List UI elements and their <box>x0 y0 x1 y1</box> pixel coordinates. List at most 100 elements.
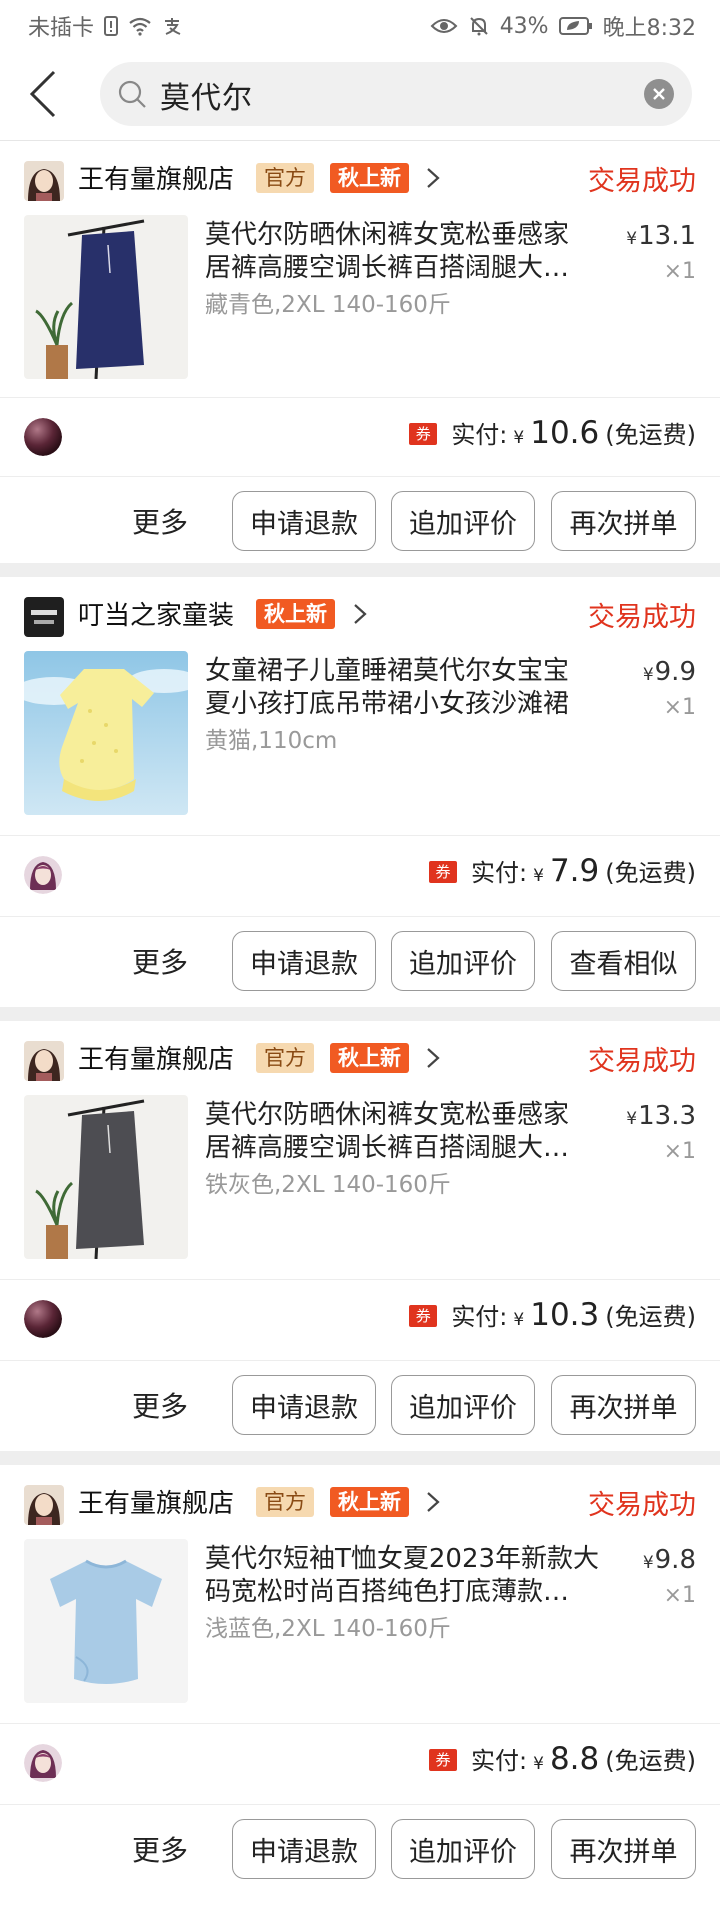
avatar <box>24 418 62 456</box>
product-price: ¥9.9 <box>643 657 696 687</box>
refund-button[interactable]: 申请退款 <box>232 1819 376 1879</box>
product-title[interactable]: 莫代尔短袖T恤女夏2023年新款大 码宽松时尚百搭纯色打底薄款… <box>205 1543 605 1609</box>
add-review-button[interactable]: 追加评价 <box>391 1375 535 1435</box>
product-image[interactable] <box>24 1539 188 1703</box>
payment-row: 券 实付: ¥ 10.6 (免运费) <box>0 398 720 476</box>
pay-amount: 10.6 <box>530 415 600 451</box>
clock: 晚上8:32 <box>602 16 696 41</box>
refund-button[interactable]: 申请退款 <box>232 1375 376 1435</box>
status-left: 未插卡 <box>28 10 182 42</box>
reorder-button[interactable]: 再次拼单 <box>551 491 696 551</box>
wifi-icon <box>128 16 152 36</box>
payment-info: 券 实付: ¥ 10.3 (免运费) <box>409 1297 696 1333</box>
order-status: 交易成功 <box>588 1046 696 1077</box>
search-icon <box>116 78 148 110</box>
view-similar-button[interactable]: 查看相似 <box>551 931 696 991</box>
product-quantity: ×1 <box>663 695 696 720</box>
price-value: 9.8 <box>654 1545 696 1575</box>
product-title[interactable]: 莫代尔防晒休闲裤女宽松垂感家 居裤高腰空调长裤百搭阔腿大… <box>205 219 605 285</box>
status-bar: 未插卡 43% 晚上8:32 <box>0 0 720 48</box>
status-right: 43% 晚上8:32 <box>430 10 696 42</box>
mute-icon <box>468 15 490 37</box>
product-title-line: 夏小孩打底吊带裙小女孩沙滩裙 <box>205 689 570 719</box>
search-input[interactable]: 莫代尔 <box>100 62 692 126</box>
more-button[interactable]: 更多 <box>132 1385 188 1425</box>
shop-row[interactable]: 王有量旗舰店 官方 秋上新 交易成功 <box>0 141 720 215</box>
coupon-badge: 券 <box>429 1749 458 1771</box>
pay-label: 实付: <box>471 859 528 887</box>
actions-row: 更多 申请退款 追加评价 再次拼单 <box>0 1805 720 1891</box>
reorder-button[interactable]: 再次拼单 <box>551 1819 696 1879</box>
product-title-line: 莫代尔短袖T恤女夏2023年新款大 <box>205 1544 600 1574</box>
shop-name: 叮当之家童装 <box>78 601 235 631</box>
chevron-right-icon <box>352 603 368 625</box>
currency-symbol: ¥ <box>533 1754 544 1774</box>
add-review-button[interactable]: 追加评价 <box>391 491 535 551</box>
pay-label: 实付: <box>451 421 508 449</box>
product-price: ¥9.8 <box>643 1545 696 1575</box>
product-title[interactable]: 莫代尔防晒休闲裤女宽松垂感家 居裤高腰空调长裤百搭阔腿大… <box>205 1099 605 1165</box>
actions-row: 更多 申请退款 追加评价 再次拼单 <box>0 477 720 563</box>
pay-amount: 8.8 <box>549 1741 600 1777</box>
shop-row[interactable]: 王有量旗舰店 官方 秋上新 交易成功 <box>0 1021 720 1095</box>
battery-icon <box>558 16 593 36</box>
product-image[interactable] <box>24 651 188 815</box>
product-image[interactable] <box>24 215 188 379</box>
shop-avatar <box>24 1041 64 1081</box>
product-title-line: 莫代尔防晒休闲裤女宽松垂感家 <box>205 1100 570 1130</box>
add-review-button[interactable]: 追加评价 <box>391 931 535 991</box>
season-badge: 秋上新 <box>330 1043 409 1073</box>
shop-name: 王有量旗舰店 <box>78 1489 235 1519</box>
product-title-line: 码宽松时尚百搭纯色打底薄款… <box>205 1577 570 1607</box>
reorder-button[interactable]: 再次拼单 <box>551 1375 696 1435</box>
chevron-right-icon <box>425 1047 441 1069</box>
payment-row: 券 实付: ¥ 7.9 (免运费) <box>0 836 720 914</box>
avatar <box>24 1744 62 1782</box>
coupon-badge: 券 <box>429 861 458 883</box>
coupon-badge: 券 <box>409 423 438 445</box>
price-value: 13.1 <box>638 221 696 251</box>
shop-row[interactable]: 王有量旗舰店 官方 秋上新 交易成功 <box>0 1465 720 1539</box>
refund-button[interactable]: 申请退款 <box>232 931 376 991</box>
product-price: ¥13.1 <box>626 221 696 251</box>
currency-symbol: ¥ <box>513 428 525 448</box>
product-spec: 黄猫,110cm <box>205 728 338 754</box>
season-badge: 秋上新 <box>330 1487 409 1517</box>
product-title-line: 莫代尔防晒休闲裤女宽松垂感家 <box>205 220 570 250</box>
shop-row[interactable]: 叮当之家童装 秋上新 交易成功 <box>0 577 720 651</box>
currency-symbol: ¥ <box>626 1109 638 1129</box>
currency-symbol: ¥ <box>642 1553 654 1573</box>
currency-symbol: ¥ <box>533 866 544 886</box>
price-value: 13.3 <box>638 1101 696 1131</box>
season-badge: 秋上新 <box>256 599 335 629</box>
eye-icon <box>430 16 458 36</box>
product-image[interactable] <box>24 1095 188 1259</box>
pay-amount: 7.9 <box>549 853 600 889</box>
season-badge: 秋上新 <box>330 163 409 193</box>
back-arrow-icon[interactable] <box>18 66 68 122</box>
order-status: 交易成功 <box>588 602 696 633</box>
product-spec: 藏青色,2XL 140-160斤 <box>205 292 451 318</box>
product-spec: 铁灰色,2XL 140-160斤 <box>205 1172 451 1198</box>
actions-row: 更多 申请退款 追加评价 查看相似 <box>0 917 720 1003</box>
payment-info: 券 实付: ¥ 7.9 (免运费) <box>429 853 696 889</box>
shop-name: 王有量旗舰店 <box>78 1045 235 1075</box>
order-card: 王有量旗舰店 官方 秋上新 交易成功 莫代尔短袖T恤女夏2023年新款大 码宽松… <box>0 1465 720 1907</box>
product-title[interactable]: 女童裙子儿童睡裙莫代尔女宝宝 夏小孩打底吊带裙小女孩沙滩裙 <box>205 655 605 721</box>
payment-info: 券 实付: ¥ 8.8 (免运费) <box>429 1741 696 1777</box>
product-price: ¥13.3 <box>626 1101 696 1131</box>
payment-row: 券 实付: ¥ 8.8 (免运费) <box>0 1724 720 1802</box>
more-button[interactable]: 更多 <box>132 941 188 981</box>
shop-avatar <box>24 161 64 201</box>
shop-name: 王有量旗舰店 <box>78 165 235 195</box>
clear-icon[interactable] <box>644 79 674 109</box>
add-review-button[interactable]: 追加评价 <box>391 1819 535 1879</box>
chevron-right-icon <box>425 1491 441 1513</box>
more-button[interactable]: 更多 <box>132 501 188 541</box>
shipping-note: (免运费) <box>605 421 696 449</box>
pay-amount: 10.3 <box>530 1297 600 1333</box>
refund-button[interactable]: 申请退款 <box>232 491 376 551</box>
more-button[interactable]: 更多 <box>132 1829 188 1869</box>
carrier-text: 未插卡 <box>28 16 95 41</box>
shipping-note: (免运费) <box>605 1303 696 1331</box>
